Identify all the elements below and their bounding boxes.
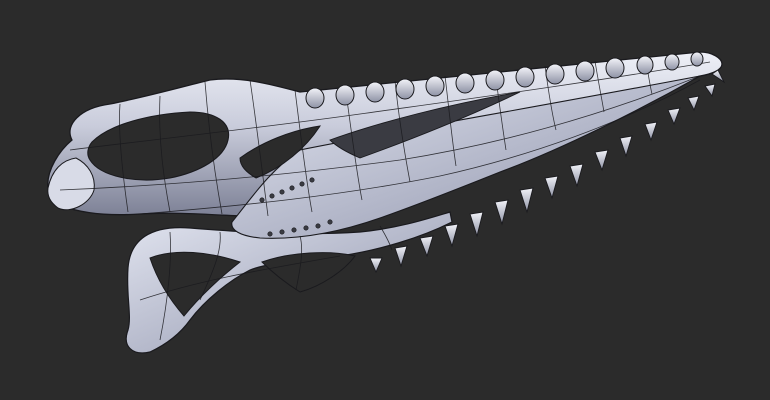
skull-model xyxy=(47,51,726,354)
cranium xyxy=(47,51,723,239)
3d-viewport[interactable] xyxy=(0,0,770,400)
